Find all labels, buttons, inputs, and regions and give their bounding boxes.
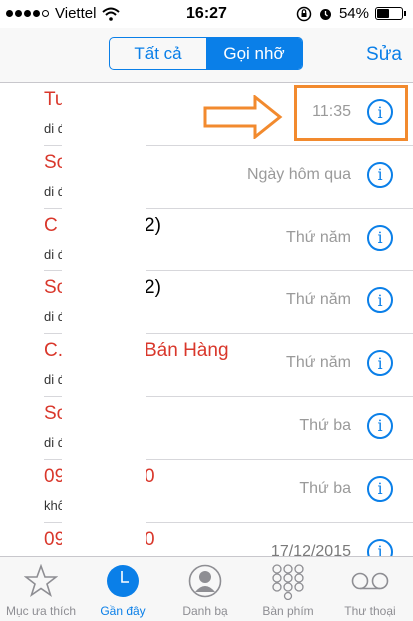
tab-favorites[interactable]: Mục ưa thích — [0, 557, 82, 621]
tab-label: Mục ưa thích — [5, 604, 77, 618]
call-time: Ngày hôm qua — [246, 165, 351, 183]
tab-contacts[interactable]: Danh bạ — [164, 557, 246, 621]
segment-missed[interactable]: Gọi nhỡ — [206, 38, 302, 69]
call-time: Thứ ba — [299, 479, 351, 497]
annotation-highlight-box — [294, 85, 408, 141]
annotation-arrow-icon — [203, 95, 283, 139]
info-icon[interactable]: i — [367, 412, 393, 439]
caller-name-start: C. — [44, 340, 63, 362]
redaction-mask — [62, 140, 146, 560]
battery-percent: 54% — [338, 5, 369, 22]
call-time: Thứ ba — [299, 416, 351, 434]
call-time: Thứ năm — [286, 354, 351, 372]
filter-segmented-control: Tất cả Gọi nhỡ — [109, 37, 303, 70]
clock-icon — [107, 565, 139, 597]
tab-recents[interactable]: Gần đây — [82, 557, 164, 621]
rotation-lock-icon — [296, 6, 312, 21]
voicemail-icon — [351, 572, 389, 590]
info-icon[interactable]: i — [367, 350, 393, 377]
navigation-bar: Tất cả Gọi nhỡ Sửa — [0, 28, 413, 83]
keypad-icon — [272, 564, 304, 600]
tab-keypad[interactable]: Bàn phím — [247, 557, 329, 621]
info-icon[interactable]: i — [367, 161, 393, 188]
caller-name-end: 2) — [144, 277, 161, 299]
edit-button[interactable]: Sửa — [366, 44, 402, 66]
tab-label: Bàn phím — [262, 604, 314, 618]
caller-name: C. Bán Hàng — [44, 340, 229, 362]
status-bar: Viettel 16:27 54% — [0, 0, 413, 28]
segment-all[interactable]: Tất cả — [110, 38, 206, 69]
redaction-mask-top — [62, 83, 146, 140]
tab-bar: Mục ưa thích Gần đây Danh bạ Bàn phím Th… — [0, 556, 413, 621]
info-icon[interactable]: i — [367, 475, 393, 502]
tab-label: Thư thoại — [344, 604, 396, 618]
tab-label: Gần đây — [100, 604, 146, 618]
caller-name-end: Bán Hàng — [144, 340, 229, 362]
info-icon[interactable]: i — [367, 224, 393, 251]
tab-label: Danh bạ — [182, 604, 228, 618]
contacts-icon — [188, 564, 222, 598]
call-time: Thứ năm — [286, 228, 351, 246]
info-icon[interactable]: i — [367, 287, 393, 314]
alarm-icon — [319, 9, 331, 20]
caller-name-end: 2) — [144, 214, 161, 236]
caller-name-start: C — [44, 214, 58, 236]
caller-name: C 2) — [44, 214, 161, 237]
call-time: Thứ năm — [286, 291, 351, 309]
star-icon — [24, 564, 58, 597]
battery-icon — [375, 7, 406, 20]
tab-voicemail[interactable]: Thư thoại — [329, 557, 411, 621]
status-right: 54% — [296, 5, 406, 22]
